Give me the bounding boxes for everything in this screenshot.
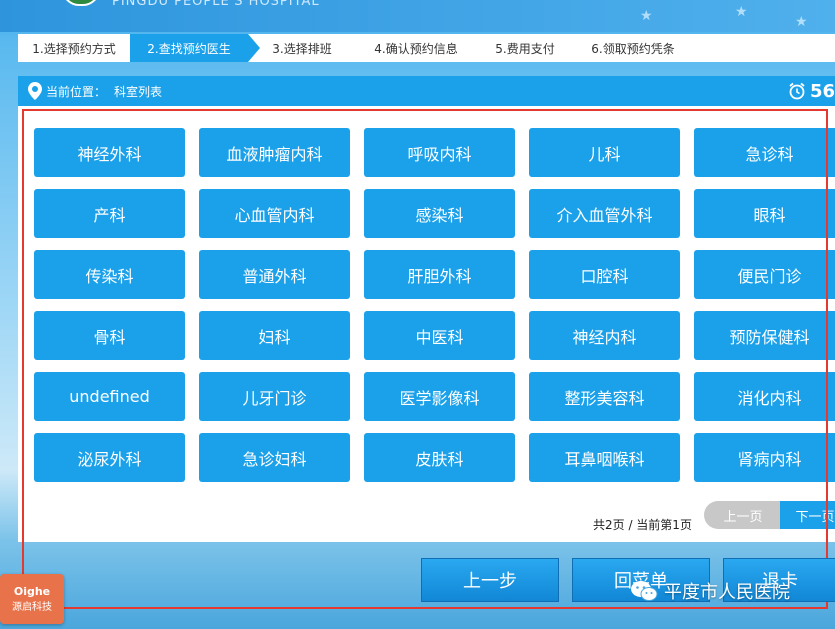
star-icon: ★ [795, 14, 808, 30]
prev-page-button[interactable]: 上一页 [704, 501, 782, 529]
department-panel: 神经外科 血液肿瘤内科 呼吸内科 儿科 急诊科 产科 心血管内科 感染科 介入血… [18, 106, 835, 542]
step-4: 4.确认预约信息 [374, 41, 458, 56]
vendor-badge-name: 源启科技 [12, 602, 52, 613]
watermark-text: 平度市人民医院 [664, 582, 790, 603]
page-info: 共2页 / 当前第1页 [593, 518, 692, 532]
department-button[interactable]: 骨科 [34, 311, 185, 360]
alarm-clock-icon [789, 82, 805, 100]
department-button[interactable]: 中医科 [364, 311, 515, 360]
hospital-english-name: PINGDU PEOPLE'S HOSPITAL [112, 0, 320, 9]
department-button[interactable]: 皮肤科 [364, 433, 515, 482]
location-pin-icon [28, 82, 42, 100]
step-2-active: 2.查找预约医生 [130, 34, 260, 62]
watermark: 平度市人民医院 [630, 578, 790, 604]
department-button[interactable]: 预防保健科 [694, 311, 835, 360]
department-button[interactable]: 介入血管外科 [529, 189, 680, 238]
department-button[interactable]: 血液肿瘤内科 [199, 128, 350, 177]
next-page-button[interactable]: 下一页 [780, 501, 835, 529]
location-label: 当前位置： [46, 84, 107, 99]
steps-bar: 1.选择预约方式 2.查找预约医生 3.选择排班 4.确认预约信息 5.费用支付… [18, 34, 835, 62]
star-icon: ★ [640, 8, 653, 24]
countdown-timer: 56 [788, 76, 835, 106]
department-button[interactable]: 便民门诊 [694, 250, 835, 299]
department-button[interactable]: 传染科 [34, 250, 185, 299]
step-3: 3.选择排班 [272, 41, 332, 56]
department-button[interactable]: undefined [34, 372, 185, 421]
department-button[interactable]: 肾病内科 [694, 433, 835, 482]
department-button[interactable]: 普通外科 [199, 250, 350, 299]
step-6: 6.领取预约凭条 [591, 41, 675, 56]
department-button[interactable]: 泌尿外科 [34, 433, 185, 482]
department-button[interactable]: 呼吸内科 [364, 128, 515, 177]
department-button[interactable]: 心血管内科 [199, 189, 350, 238]
vendor-badge: Oighe 源启科技 [0, 574, 64, 624]
timer-value: 56 [809, 80, 835, 102]
department-button[interactable]: 神经内科 [529, 311, 680, 360]
department-button[interactable]: 产科 [34, 189, 185, 238]
department-button[interactable]: 儿科 [529, 128, 680, 177]
department-button[interactable]: 医学影像科 [364, 372, 515, 421]
department-button[interactable]: 眼科 [694, 189, 835, 238]
back-button[interactable]: 上一步 [421, 558, 559, 602]
department-button[interactable]: 感染科 [364, 189, 515, 238]
department-button[interactable]: 口腔科 [529, 250, 680, 299]
department-button[interactable]: 急诊科 [694, 128, 835, 177]
department-button[interactable]: 消化内科 [694, 372, 835, 421]
hospital-logo [62, 0, 100, 6]
department-grid: 神经外科 血液肿瘤内科 呼吸内科 儿科 急诊科 产科 心血管内科 感染科 介入血… [34, 128, 835, 482]
department-button[interactable]: 急诊妇科 [199, 433, 350, 482]
department-button[interactable]: 整形美容科 [529, 372, 680, 421]
step-1: 1.选择预约方式 [32, 41, 116, 56]
header-strip: PINGDU PEOPLE'S HOSPITAL [0, 0, 835, 32]
star-icon: ★ [735, 4, 748, 20]
step-5: 5.费用支付 [495, 41, 555, 56]
department-button[interactable]: 妇科 [199, 311, 350, 360]
department-button[interactable]: 耳鼻咽喉科 [529, 433, 680, 482]
location-bar: 当前位置： 科室列表 56 [18, 76, 835, 106]
department-button[interactable]: 神经外科 [34, 128, 185, 177]
location-value: 科室列表 [114, 84, 163, 99]
department-button[interactable]: 肝胆外科 [364, 250, 515, 299]
department-button[interactable]: 儿牙门诊 [199, 372, 350, 421]
vendor-badge-logo: Oighe [13, 585, 51, 598]
wechat-icon [631, 581, 658, 601]
